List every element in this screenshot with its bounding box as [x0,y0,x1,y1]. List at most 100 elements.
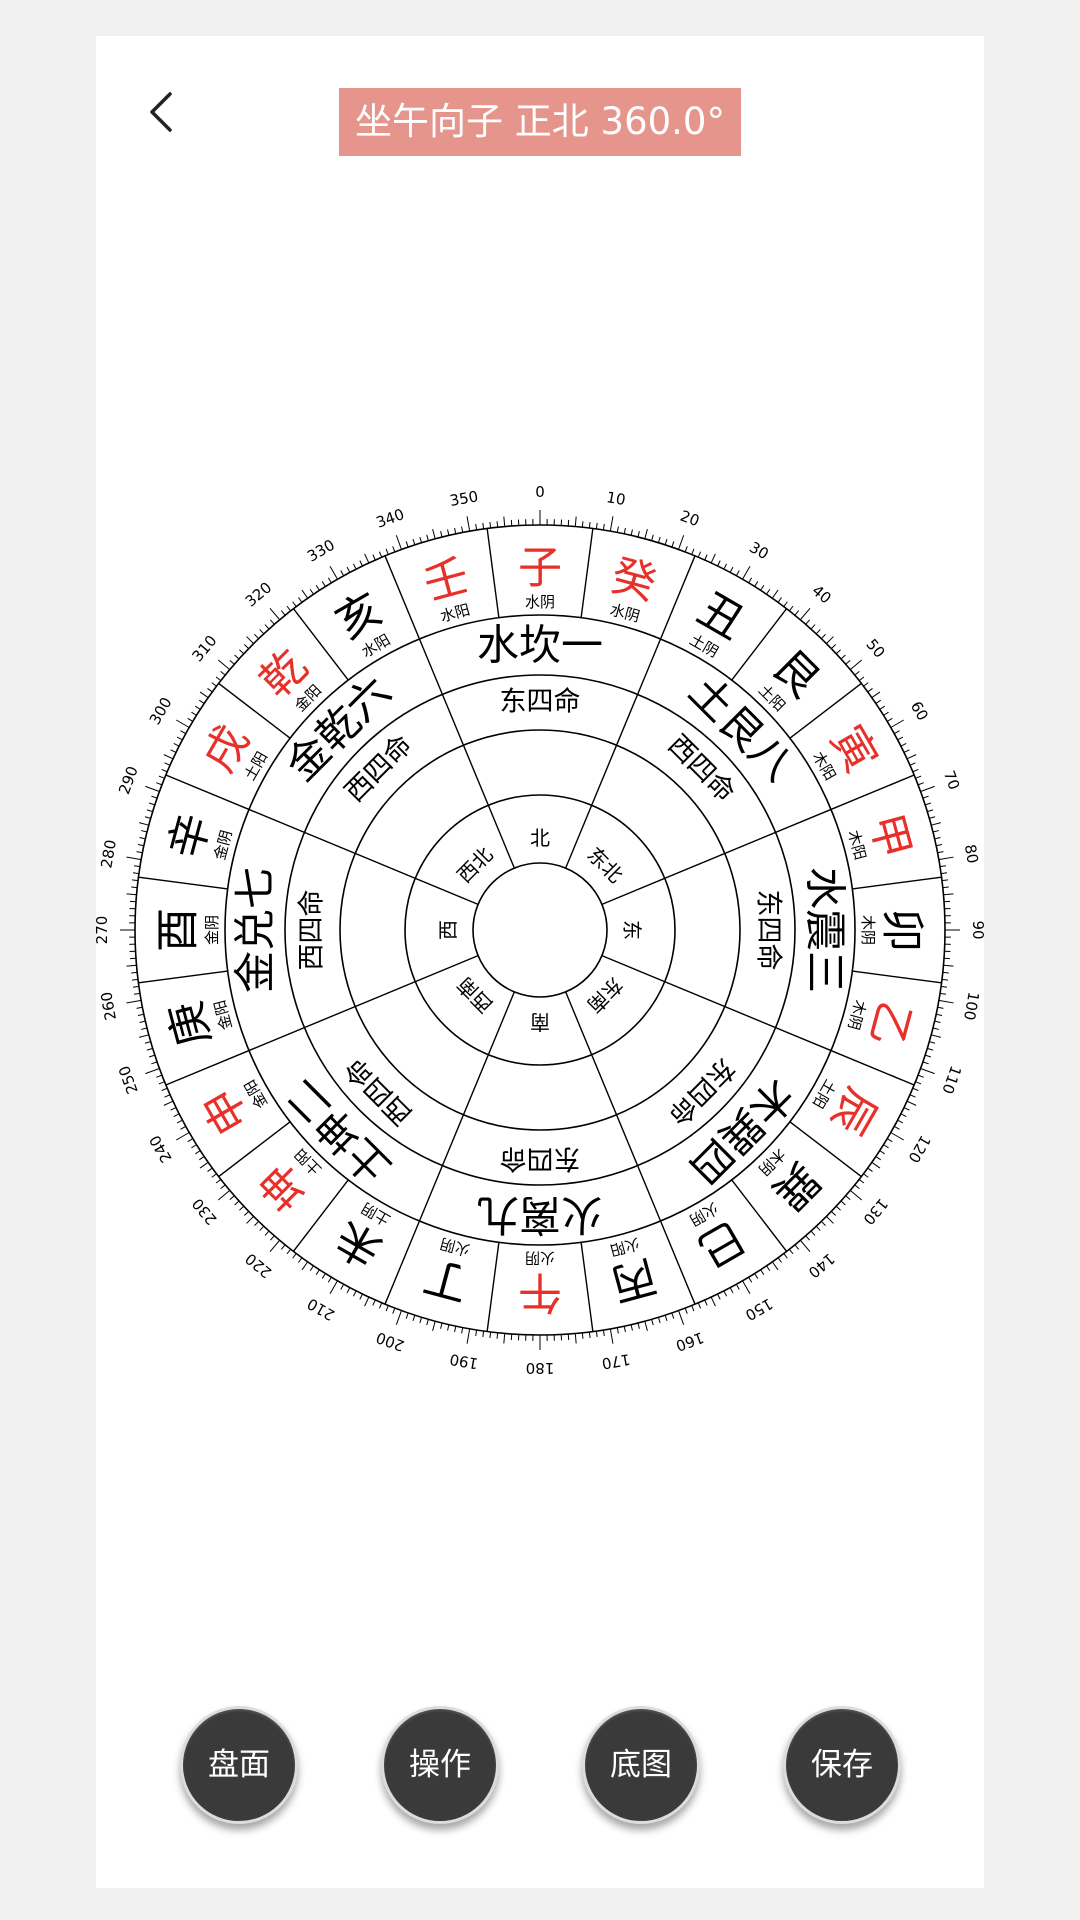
degree-tick [854,670,860,676]
degree-tick [691,1305,695,1312]
degree-tick [195,705,201,710]
degree-tick [783,1253,788,1259]
degree-tick [943,964,954,967]
degree-tick [835,649,841,655]
background-button[interactable]: 底图 [582,1706,700,1824]
degree-tick [906,754,917,760]
degree-tick [340,1283,345,1290]
degree-tick [630,529,633,536]
degree-tick [890,719,904,728]
degree-tick [574,1333,577,1344]
degree-label: 210 [304,1294,338,1324]
degree-tick [352,563,357,570]
degree-tick [678,1310,685,1325]
degree-tick [161,768,168,773]
degree-tick [207,688,213,693]
degree-tick [419,536,423,543]
degree-tick [392,546,396,553]
degree-tick [925,802,932,806]
degree-tick [489,522,492,529]
degree-tick [729,566,734,573]
degree-tick [298,1257,303,1263]
degree-tick [723,563,728,570]
degree-tick [805,619,811,625]
operate-button[interactable]: 操作 [381,1706,499,1824]
degree-tick [830,644,836,650]
degree-tick [246,1216,254,1224]
mountain-6: 卯 [877,908,928,952]
degree-tick [454,527,457,534]
direction-2: 东 [620,920,644,940]
mountain-12: 午 [518,1267,562,1318]
back-button[interactable] [132,82,192,142]
degree-tick [198,1156,205,1161]
degree-tick [903,749,910,753]
degree-tick [173,1113,180,1118]
degree-label: 320 [242,578,276,610]
degree-tick [454,1326,457,1333]
degree-tick [133,992,141,995]
degree-tick [259,1225,265,1231]
degree-tick [909,762,916,766]
degree-label: 100 [960,990,983,1021]
save-button[interactable]: 保存 [783,1706,901,1824]
degree-tick [426,534,429,541]
degree-label: 190 [448,1350,479,1373]
degree-label: 70 [940,768,963,792]
degree-tick [220,1184,226,1190]
degree-tick [191,1144,197,1149]
degree-tick [830,1210,836,1216]
degree-tick [163,1100,174,1106]
degree-label: 80 [961,843,982,865]
degree-tick [164,1094,171,1098]
degree-tick [329,566,338,580]
degree-tick [352,1290,357,1297]
degree-tick [879,705,885,710]
degree-tick [503,516,506,527]
mountain-divider [486,1242,500,1332]
degree-tick [941,879,948,882]
degree-tick [697,551,702,558]
degree-label: 140 [805,1249,839,1281]
degree-tick [937,1006,944,1009]
degree-tick [126,999,142,1004]
degree-label: 160 [673,1328,706,1355]
degree-tick [760,585,765,591]
degree-tick [657,1317,661,1324]
degree-tick [710,1296,716,1307]
degree-tick [883,1144,889,1149]
mountain-divider [486,528,500,618]
degree-tick [595,522,598,530]
degree-tick [871,691,881,699]
degree-tick [412,538,416,545]
degree-tick [164,762,171,766]
degree-tick [574,516,577,527]
degree-tick [771,1261,779,1271]
degree-label: 200 [374,1328,407,1355]
degree-tick [938,856,954,861]
degree-tick [805,1235,811,1241]
mountain-18: 酉 [153,908,204,952]
degree-tick [489,1331,492,1338]
degree-tick [309,588,314,595]
degree-tick [144,1041,151,1044]
degree-tick [346,1287,351,1294]
degree-tick [771,589,779,599]
degree-tick [938,999,954,1004]
ring-5 [472,862,608,998]
degree-tick [903,1107,910,1111]
degree-tick [359,1293,363,1300]
degree-tick [244,644,250,650]
degree-tick [482,522,485,530]
compass-dial[interactable]: 0 10 20 30 40 50 60 70 80 90 100 110 120 130 140 150 160… [80,470,1000,1390]
degree-tick [151,1061,158,1065]
panel-button[interactable]: 盘面 [180,1706,298,1824]
degree-tick [766,1265,771,1272]
degree-tick [840,1200,846,1206]
degree-tick [419,1317,423,1324]
degree-tick [207,1167,213,1172]
chevron-left-icon [150,92,172,132]
degree-tick [156,782,163,786]
degree-tick [754,1273,759,1279]
degree-tick [684,546,688,553]
